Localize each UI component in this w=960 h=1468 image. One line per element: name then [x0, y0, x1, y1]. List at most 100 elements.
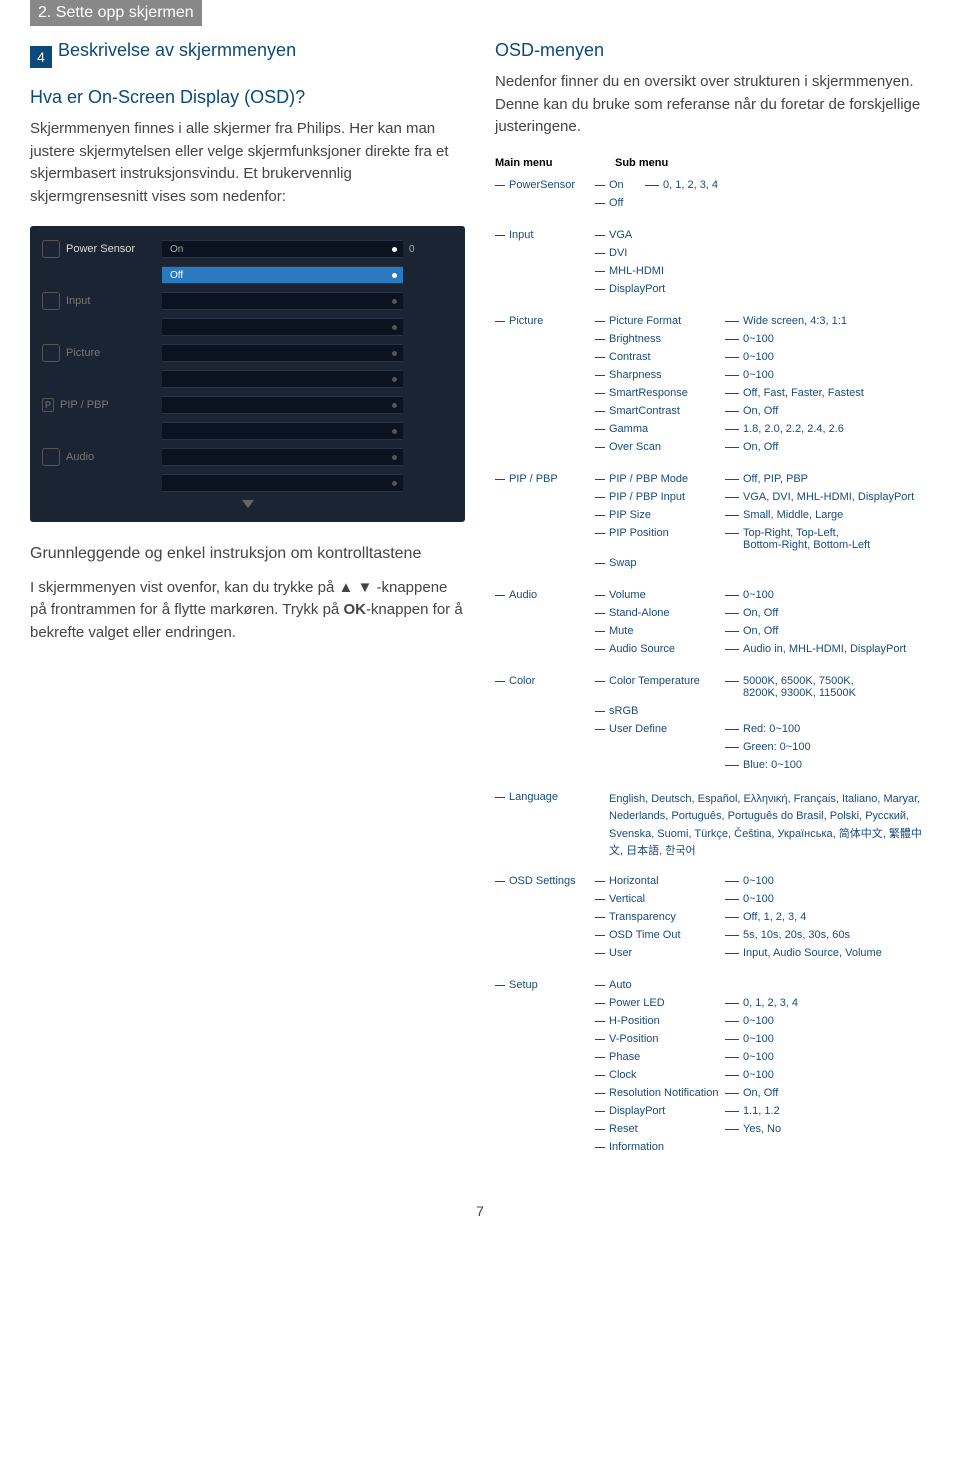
tree-value: Small, Middle, Large — [725, 509, 930, 521]
tree-picture: Picture — [495, 315, 595, 459]
osd-item-picture: Picture — [66, 347, 100, 359]
tree-sub: OSD Time Out — [595, 929, 725, 941]
tree-value: On, Off — [725, 625, 930, 637]
tree-sub: Contrast — [595, 351, 725, 363]
tree-value: 1.8, 2.0, 2.2, 2.4, 2.6 — [725, 423, 930, 435]
menu-tree: PowerSensor On0, 1, 2, 3, 4 Off Input VG… — [495, 179, 930, 1159]
tree-ps-on: On — [595, 179, 645, 191]
tree-sub: Transparency — [595, 911, 725, 923]
tree-value: 5000K, 6500K, 7500K, 8200K, 9300K, 11500… — [725, 675, 930, 699]
tree-value: 0, 1, 2, 3, 4 — [725, 997, 930, 1009]
sub-menu-header: Sub menu — [615, 157, 668, 169]
tree-sub: User Define — [595, 723, 725, 735]
tree-sub: Resolution Notification — [595, 1087, 725, 1099]
tree-sub: sRGB — [595, 705, 725, 717]
tree-sub: SmartResponse — [595, 387, 725, 399]
tree-value: Off, PIP, PBP — [725, 473, 930, 485]
main-menu-header: Main menu — [495, 157, 595, 169]
osd-menu-title: OSD-menyen — [495, 40, 930, 61]
tree-sub: Picture Format — [595, 315, 725, 327]
tree-language-list: English, Deutsch, Español, Ελληνική, Fra… — [595, 791, 930, 861]
tree-sub: Volume — [595, 589, 725, 601]
tree-sub: Horizontal — [595, 875, 725, 887]
tree-sub: Color Temperature — [595, 675, 725, 699]
pip-icon: P — [42, 398, 54, 412]
paragraph-intro: Skjermmenyen finnes i alle skjermer fra … — [30, 118, 465, 208]
page-header: 2. Sette opp skjermen — [30, 0, 202, 26]
osd-item-power: Power Sensor — [66, 243, 135, 255]
tree-sub: Brightness — [595, 333, 725, 345]
tree-sub: Vertical — [595, 893, 725, 905]
power-icon — [42, 240, 60, 258]
osd-value-zero: 0 — [409, 244, 453, 255]
tree-sub: Over Scan — [595, 441, 725, 453]
osd-option-off: Off — [162, 266, 403, 284]
tree-value: Top-Right, Top-Left, Bottom-Right, Botto… — [725, 527, 930, 551]
tree-value: Off, Fast, Faster, Fastest — [725, 387, 930, 399]
picture-icon — [42, 344, 60, 362]
tree-value: On, Off — [725, 405, 930, 417]
tree-value: Input, Audio Source, Volume — [725, 947, 930, 959]
tree-value: Yes, No — [725, 1123, 930, 1135]
tree-sub: PIP / PBP Input — [595, 491, 725, 503]
osd-item-input: Input — [66, 295, 90, 307]
tree-header: Main menu Sub menu — [495, 157, 930, 169]
tree-value: 0~100 — [725, 369, 930, 381]
tree-sub: Sharpness — [595, 369, 725, 381]
tree-value: 0~100 — [725, 351, 930, 363]
tree-input-mhl: MHL-HDMI — [595, 265, 725, 277]
tree-pip: PIP / PBP — [495, 473, 595, 575]
tree-value: Off, 1, 2, 3, 4 — [725, 911, 930, 923]
tree-sub: Auto — [595, 979, 725, 991]
audio-icon — [42, 448, 60, 466]
tree-input-dvi: DVI — [595, 247, 725, 259]
tree-sub: Gamma — [595, 423, 725, 435]
tree-ps-vals: 0, 1, 2, 3, 4 — [645, 179, 930, 191]
tree-value: 0~100 — [725, 589, 930, 601]
paragraph-controls: I skjermmenyen vist ovenfor, kan du tryk… — [30, 577, 465, 645]
page-number: 7 — [30, 1203, 930, 1219]
tree-sub: PIP Size — [595, 509, 725, 521]
tree-value: Red: 0~100 — [725, 723, 930, 735]
tree-value: 1.1, 1.2 — [725, 1105, 930, 1117]
tree-value: 0~100 — [725, 1033, 930, 1045]
subheading-osd: Hva er On-Screen Display (OSD)? — [30, 87, 465, 108]
tree-osd-settings: OSD Settings — [495, 875, 595, 965]
right-column: OSD-menyen Nedenfor finner du en oversik… — [495, 40, 930, 1173]
tree-value: 0~100 — [725, 893, 930, 905]
tree-language: Language — [495, 791, 595, 861]
tree-value: Green: 0~100 — [725, 741, 930, 753]
tree-value: Blue: 0~100 — [725, 759, 930, 771]
tree-ps-off: Off — [595, 197, 645, 209]
tree-value: 5s, 10s, 20s, 30s, 60s — [725, 929, 930, 941]
osd-preview: Power Sensor On 0 Off Input Picture — [30, 226, 465, 522]
tree-value: 0~100 — [725, 1069, 930, 1081]
down-arrow-icon — [242, 500, 254, 508]
tree-input: Input — [495, 229, 595, 301]
tree-value: On, Off — [725, 607, 930, 619]
tree-value: Wide screen, 4:3, 1:1 — [725, 315, 930, 327]
step-heading: 4 Beskrivelse av skjermmenyen — [30, 40, 465, 73]
tree-audio: Audio — [495, 589, 595, 661]
tree-value: On, Off — [725, 441, 930, 453]
tree-sub: PIP Position — [595, 527, 725, 551]
tree-sub: PIP / PBP Mode — [595, 473, 725, 485]
osd-item-pip: PIP / PBP — [60, 399, 109, 411]
subheading-controls: Grunnleggende og enkel instruksjon om ko… — [30, 544, 465, 565]
tree-value: 0~100 — [725, 1015, 930, 1027]
tree-value: On, Off — [725, 1087, 930, 1099]
tree-sub: Phase — [595, 1051, 725, 1063]
tree-value: 0~100 — [725, 333, 930, 345]
tree-input-dp: DisplayPort — [595, 283, 725, 295]
osd-menu-para: Nedenfor finner du en oversikt over stru… — [495, 71, 930, 139]
tree-setup: Setup — [495, 979, 595, 1159]
tree-sub: User — [595, 947, 725, 959]
tree-sub: Mute — [595, 625, 725, 637]
tree-input-vga: VGA — [595, 229, 725, 241]
tree-value: 0~100 — [725, 1051, 930, 1063]
tree-sub: DisplayPort — [595, 1105, 725, 1117]
tree-value: Audio in, MHL-HDMI, DisplayPort — [725, 643, 930, 655]
tree-sub: Stand-Alone — [595, 607, 725, 619]
osd-option-on: On — [162, 240, 403, 258]
step-title: Beskrivelse av skjermmenyen — [58, 40, 296, 61]
